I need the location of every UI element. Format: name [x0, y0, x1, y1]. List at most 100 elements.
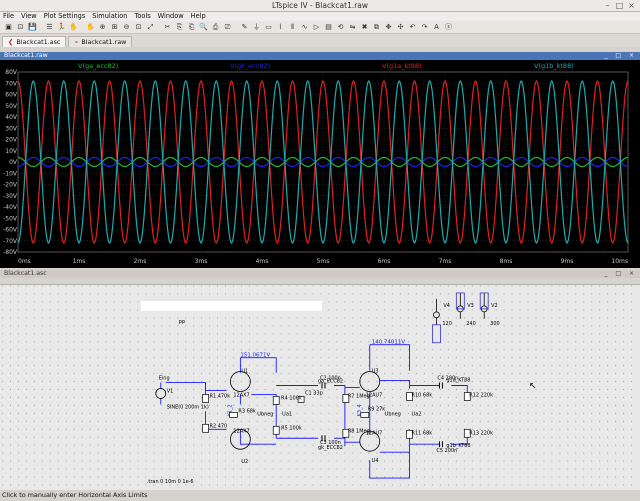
input-label: Eing — [159, 376, 170, 382]
close-icon[interactable]: × — [627, 1, 636, 10]
spice-directive-icon[interactable]: ⓢ — [443, 22, 454, 33]
y-tick-label: 0V — [9, 159, 18, 166]
mirror-icon[interactable]: ⇋ — [347, 22, 358, 33]
menu-window[interactable]: Window — [158, 12, 184, 21]
legend-entry[interactable]: V(gk_ecc82) — [230, 62, 270, 70]
menu-tools[interactable]: Tools — [134, 12, 150, 21]
copy-icon[interactable]: ⎘ — [174, 22, 185, 33]
waveform-panel-titlebar[interactable]: Blackcat1.raw _ □ × — [0, 52, 640, 60]
new-schematic-icon[interactable]: ▣ — [3, 22, 14, 33]
x-tick-label: 2ms — [134, 258, 147, 265]
r5-label: R5 100k — [281, 425, 302, 431]
menu-file[interactable]: File — [3, 12, 14, 21]
v1-name: V1 — [167, 388, 174, 394]
zoom-in-icon[interactable]: ⊕ — [97, 22, 108, 33]
menu-plot-settings[interactable]: Plot Settings — [44, 12, 86, 21]
v4-value: 120 — [442, 321, 451, 327]
text-icon[interactable]: A — [431, 22, 442, 33]
schematic-icon: ❮ — [8, 38, 14, 46]
y-tick-label: 70V — [5, 80, 18, 87]
control-panel-icon[interactable]: ☰ — [44, 22, 55, 33]
print-icon[interactable]: ⎙ — [210, 22, 221, 33]
x-tick-label: 1ms — [73, 258, 86, 265]
paste-icon[interactable]: ⎗ — [186, 22, 197, 33]
undo-icon[interactable]: ↶ — [407, 22, 418, 33]
minimize-icon[interactable]: – — [603, 1, 612, 10]
zoom-out-icon[interactable]: ⊖ — [121, 22, 132, 33]
r10-label: R10 68k — [412, 392, 433, 398]
r1-label: R1 470k — [210, 393, 231, 399]
status-bar: Click to manually enter Horizontal Axis … — [0, 490, 640, 501]
resistor-icon[interactable]: ⌇ — [275, 22, 286, 33]
inductor-icon[interactable]: ∿ — [299, 22, 310, 33]
y-tick-label: -70V — [3, 238, 18, 245]
halt-icon[interactable]: ✋ — [68, 22, 79, 33]
autorange-icon[interactable]: ⤢ — [145, 22, 156, 33]
drag-icon[interactable]: ✣ — [395, 22, 406, 33]
panel-window-buttons[interactable]: _ □ × — [604, 52, 637, 60]
tube-u4-name: U4 — [372, 458, 379, 464]
save-icon[interactable]: 💾 — [27, 22, 38, 33]
menu-view[interactable]: View — [21, 12, 37, 21]
duplicate-icon[interactable]: ⧉ — [371, 22, 382, 33]
ga-net-label: ga_ECC82 — [318, 379, 343, 385]
r13-label: R13 220k — [469, 430, 493, 436]
text-highlight-box — [140, 300, 322, 311]
document-tabs: ❮ Blackcat1.asc ⌁ Blackcat1.raw — [0, 34, 640, 47]
toolbar-separator — [234, 22, 238, 33]
y-tick-label: -80V — [3, 249, 18, 256]
component-icon[interactable]: ▤ — [323, 22, 334, 33]
tube-u2-name: U2 — [241, 459, 248, 465]
v3-value: 240 — [466, 321, 475, 327]
cut-icon[interactable]: ✂ — [162, 22, 173, 33]
pp-label: pp — [179, 319, 185, 325]
find-icon[interactable]: 🔍 — [198, 22, 209, 33]
print-preview-icon[interactable]: ⎚ — [222, 22, 233, 33]
run-icon[interactable]: 🏃 — [56, 22, 67, 33]
zoom-fit-icon[interactable]: ⊡ — [133, 22, 144, 33]
y-axis-ticks: 80V 70V 60V 50V 40V 30V 20V 10V 0V -10V -20V -30V -4… — [3, 69, 18, 256]
x-tick-label: 0ms — [18, 258, 31, 265]
y-tick-label: 20V — [5, 137, 18, 144]
v1-value: SINE(0 200m 1k) — [167, 404, 209, 410]
diode-icon[interactable]: ▷ — [311, 22, 322, 33]
open-icon[interactable]: ⊡ — [15, 22, 26, 33]
y-tick-label: -60V — [3, 227, 18, 234]
legend-entry[interactable]: V(g1a_kt88) — [382, 62, 422, 70]
pan-icon[interactable]: ✋ — [85, 22, 96, 33]
v2-value: 300 — [490, 321, 499, 327]
schematic-panel-titlebar[interactable]: Blackcat1.asc _ □ × — [0, 270, 640, 278]
schematic-canvas[interactable]: pp V4 V3 V2 120 240 300 151.0671V 140.74… — [0, 284, 640, 490]
capacitor-icon[interactable]: ⫴ — [287, 22, 298, 33]
panel-window-buttons[interactable]: _ □ × — [604, 270, 637, 278]
delete-icon[interactable]: ✖ — [359, 22, 370, 33]
zoom-rect-icon[interactable]: ⊞ — [109, 22, 120, 33]
wire-icon[interactable]: ✎ — [239, 22, 250, 33]
move-icon[interactable]: ✥ — [383, 22, 394, 33]
ground-icon[interactable]: ⏚ — [251, 22, 262, 33]
redo-icon[interactable]: ↷ — [419, 22, 430, 33]
menu-help[interactable]: Help — [191, 12, 206, 21]
tab-waveform[interactable]: ⌁ Blackcat1.raw — [68, 36, 133, 47]
v4-name: V4 — [443, 303, 450, 309]
toolbar: ▣ ⊡ 💾 ☰ 🏃 ✋ ✋ ⊕ ⊞ ⊖ ⊡ ⤢ ✂ ⎘ ⎗ 🔍 ⎙ ⎚ ✎ ⏚ ▭ ⌇ ⫴ ∿ ▷ ▤ ⟲ ⇋ ✖ ⧉ ✥ ✣ ↶ ↷ Aⓢ — [0, 21, 640, 34]
tube-u1-name: U1 — [241, 369, 248, 375]
ua2-label: Ua2 — [412, 411, 422, 417]
tab-schematic[interactable]: ❮ Blackcat1.asc — [2, 36, 67, 47]
y-tick-label: -30V — [3, 193, 18, 200]
c1-label: C1 33p — [305, 390, 323, 396]
legend-entry[interactable]: V(g1b_kt88) — [534, 62, 574, 70]
y-tick-label: 30V — [5, 125, 18, 132]
v3-name: V3 — [467, 303, 474, 309]
maximize-icon[interactable]: □ — [615, 1, 624, 10]
waveform-plot[interactable]: 80V 70V 60V 50V 40V 30V 20V 10V 0V -10V -20V -30V -4… — [0, 60, 640, 268]
tube-u2-model: 12AX7 — [233, 428, 249, 434]
r3-label: R3 68k — [238, 408, 256, 414]
legend-entry[interactable]: V(ga_ecc82) — [78, 62, 118, 70]
plot-grid — [17, 71, 629, 253]
label-icon[interactable]: ▭ — [263, 22, 274, 33]
rotate-icon[interactable]: ⟲ — [335, 22, 346, 33]
menu-simulation[interactable]: Simulation — [92, 12, 127, 21]
x-axis-ticks: 0ms 1ms 2ms 3ms 4ms 5ms 6ms 7ms 8ms 9ms 10ms — [18, 258, 628, 265]
x-tick-label: 8ms — [500, 258, 513, 265]
